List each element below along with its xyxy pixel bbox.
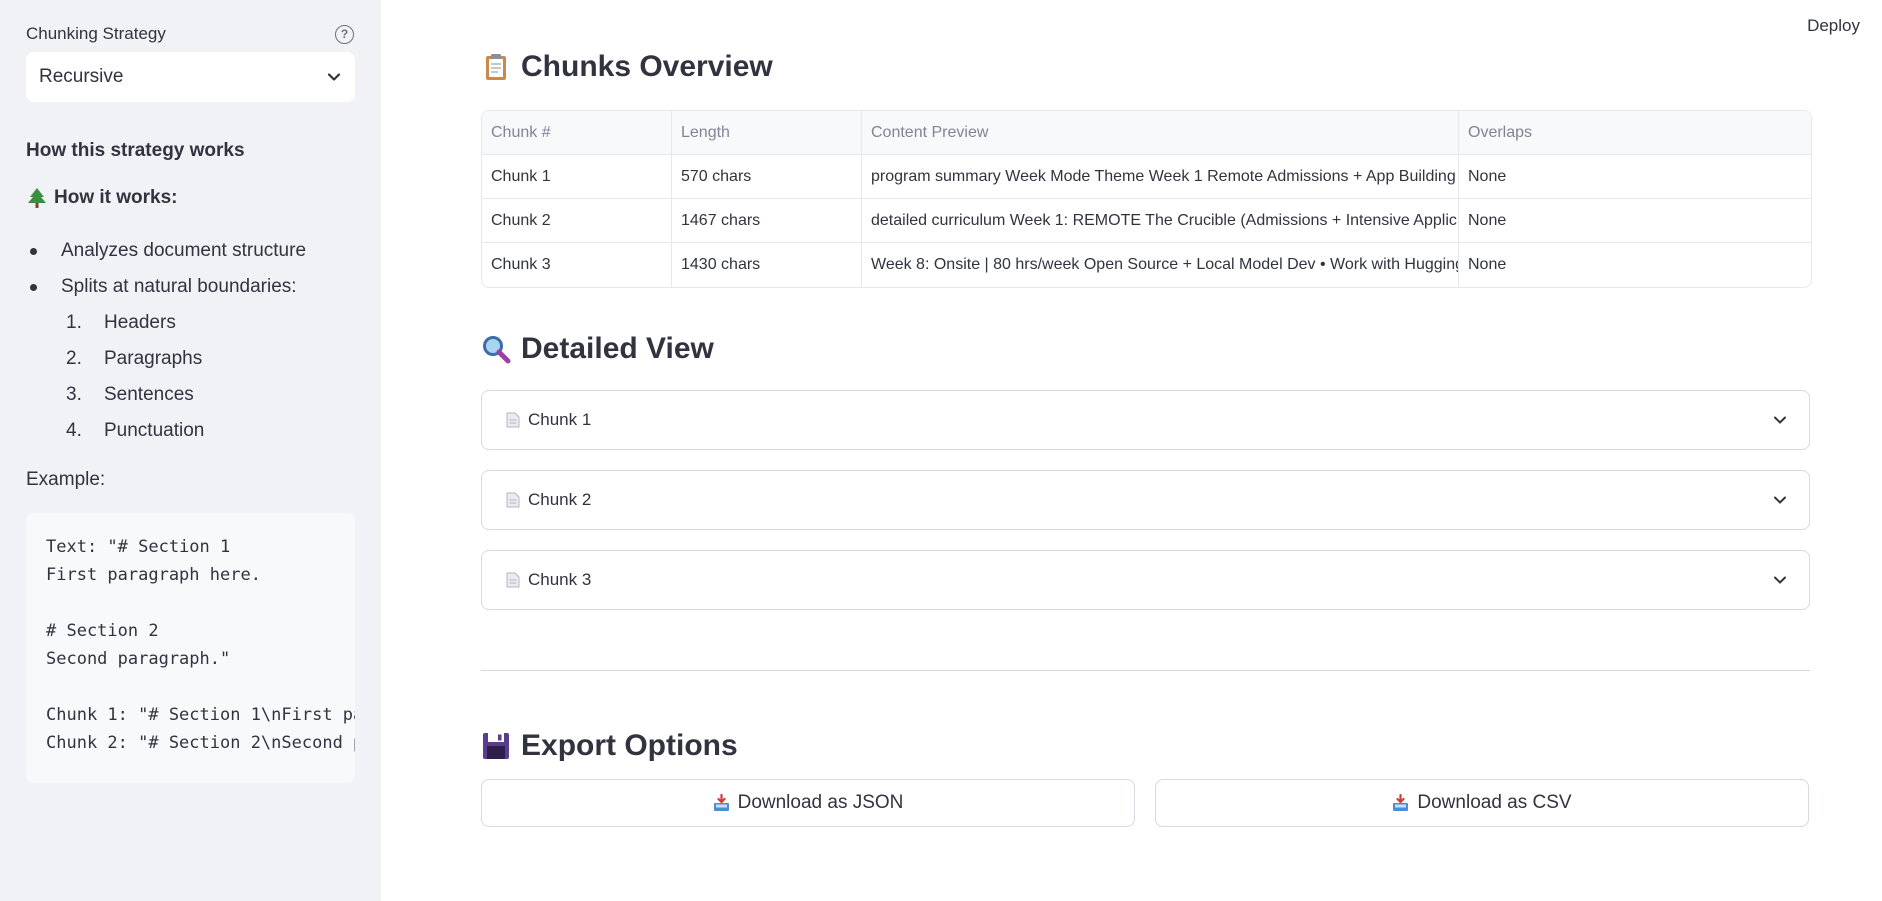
table-row: Chunk 2 1467 chars detailed curriculum W… xyxy=(482,199,1811,243)
table-cell[interactable]: None xyxy=(1459,243,1811,287)
export-title: Export Options xyxy=(481,729,1810,763)
question-circle-icon[interactable]: ? xyxy=(335,24,354,44)
page-icon xyxy=(506,572,520,588)
table-cell[interactable]: Chunk 2 xyxy=(482,199,672,243)
overview-title-text: Chunks Overview xyxy=(521,50,773,83)
download-json-button[interactable]: Download as JSON xyxy=(481,779,1135,827)
strategy-label: Chunking Strategy xyxy=(26,24,166,43)
list-item: Splits at natural boundaries: xyxy=(26,273,355,309)
strategy-heading: How this strategy works xyxy=(26,140,245,161)
list-text: Punctuation xyxy=(104,420,205,441)
table-row: Chunk 1 570 chars program summary Week M… xyxy=(482,155,1811,199)
example-label: Example: xyxy=(26,469,106,490)
inbox-tray-icon xyxy=(713,794,729,811)
list-item-label: Splits at natural boundaries: xyxy=(61,276,297,297)
example-code: Text: "# Section 1 First paragraph here.… xyxy=(46,537,355,753)
boundary-list: 1. Headers 2. Paragraphs 3. Sentences 4. Pun… xyxy=(26,309,355,453)
page-icon xyxy=(506,412,520,428)
table-cell[interactable]: Chunk 3 xyxy=(482,243,672,287)
chevron-down-icon xyxy=(1774,576,1786,584)
chunk-1-expander[interactable]: Chunk 1 xyxy=(481,390,1810,450)
list-item: 1. Headers xyxy=(26,309,355,345)
expander-list: Chunk 1 Chunk 2 Chunk 3 xyxy=(481,390,1810,610)
table-cell[interactable]: Chunk 1 xyxy=(482,155,672,199)
column-header[interactable]: Length xyxy=(672,111,862,155)
column-header[interactable]: Chunk # xyxy=(482,111,672,155)
overview-title: Chunks Overview xyxy=(481,50,1810,84)
table-cell[interactable]: 1430 chars xyxy=(672,243,862,287)
export-title-text: Export Options xyxy=(521,729,738,762)
chunk-3-expander[interactable]: Chunk 3 xyxy=(481,550,1810,610)
inbox-tray-icon xyxy=(1393,794,1409,811)
table-row: Chunk 3 1430 chars Week 8: Onsite | 80 h… xyxy=(482,243,1811,287)
page-icon xyxy=(506,492,520,508)
table-cell[interactable]: detailed curriculum Week 1: REMOTE The C… xyxy=(862,199,1459,243)
chevron-down-icon xyxy=(1774,496,1786,504)
magnifier-icon xyxy=(483,336,511,364)
example-code-block: Text: "# Section 1 First paragraph here.… xyxy=(26,513,355,783)
detailed-title: Detailed View xyxy=(481,332,1810,366)
divider xyxy=(481,670,1810,671)
list-text: Headers xyxy=(104,312,176,333)
expander-header: Chunk 3 xyxy=(506,570,591,590)
column-header[interactable]: Overlaps xyxy=(1459,111,1811,155)
download-csv-button[interactable]: Download as CSV xyxy=(1155,779,1809,827)
detailed-title-text: Detailed View xyxy=(521,332,714,365)
expander-header: Chunk 2 xyxy=(506,490,591,510)
expander-label: Chunk 1 xyxy=(528,410,592,429)
table-cell[interactable]: 570 chars xyxy=(672,155,862,199)
table-cell[interactable]: Week 8: Onsite | 80 hrs/week Open Source… xyxy=(862,243,1459,287)
download-csv-label: Download as CSV xyxy=(1417,792,1572,813)
table-cell[interactable]: program summary Week Mode Theme Week 1 R… xyxy=(862,155,1459,199)
sidebar: Chunking Strategy ? Recursive How this s… xyxy=(0,0,381,901)
tree-icon xyxy=(28,188,46,208)
how-it-works-heading: How it works: xyxy=(26,187,355,209)
chevron-down-icon xyxy=(327,73,341,81)
strategy-bullets: Analyzes document structure Splits at na… xyxy=(26,237,355,309)
list-text: Sentences xyxy=(104,384,194,405)
list-number: 2. xyxy=(66,348,82,369)
expander-header: Chunk 1 xyxy=(506,410,591,430)
how-it-works-label: How it works: xyxy=(54,187,178,208)
download-json-label: Download as JSON xyxy=(737,792,904,813)
chevron-down-icon xyxy=(1774,416,1786,424)
chunks-table: Chunk # Length Content Preview Overlaps … xyxy=(481,110,1812,288)
table-header-row: Chunk # Length Content Preview Overlaps xyxy=(482,111,1811,155)
list-text: Paragraphs xyxy=(104,348,203,369)
expander-label: Chunk 3 xyxy=(528,570,592,589)
strategy-select[interactable]: Recursive xyxy=(26,52,355,102)
list-item: 2. Paragraphs xyxy=(26,345,355,381)
clipboard-icon xyxy=(486,54,506,80)
deploy-button[interactable]: Deploy xyxy=(1807,16,1860,36)
list-item: 4. Punctuation xyxy=(26,417,355,453)
list-number: 4. xyxy=(66,420,82,441)
table-cell[interactable]: None xyxy=(1459,199,1811,243)
column-header[interactable]: Content Preview xyxy=(862,111,1459,155)
expander-label: Chunk 2 xyxy=(528,490,592,509)
list-item: 3. Sentences xyxy=(26,381,355,417)
export-buttons: Download as JSON Download as CSV xyxy=(481,779,1810,827)
list-item: Analyzes document structure xyxy=(26,237,355,273)
strategy-label-row: Chunking Strategy ? xyxy=(26,22,355,46)
list-number: 1. xyxy=(66,312,82,333)
strategy-select-value: Recursive xyxy=(39,66,124,87)
list-number: 3. xyxy=(66,384,82,405)
main-content: Chunks Overview Chunk # Length Content P… xyxy=(481,0,1812,827)
table-cell[interactable]: 1467 chars xyxy=(672,199,862,243)
floppy-disk-icon xyxy=(483,733,509,759)
table-cell[interactable]: None xyxy=(1459,155,1811,199)
chunk-2-expander[interactable]: Chunk 2 xyxy=(481,470,1810,530)
